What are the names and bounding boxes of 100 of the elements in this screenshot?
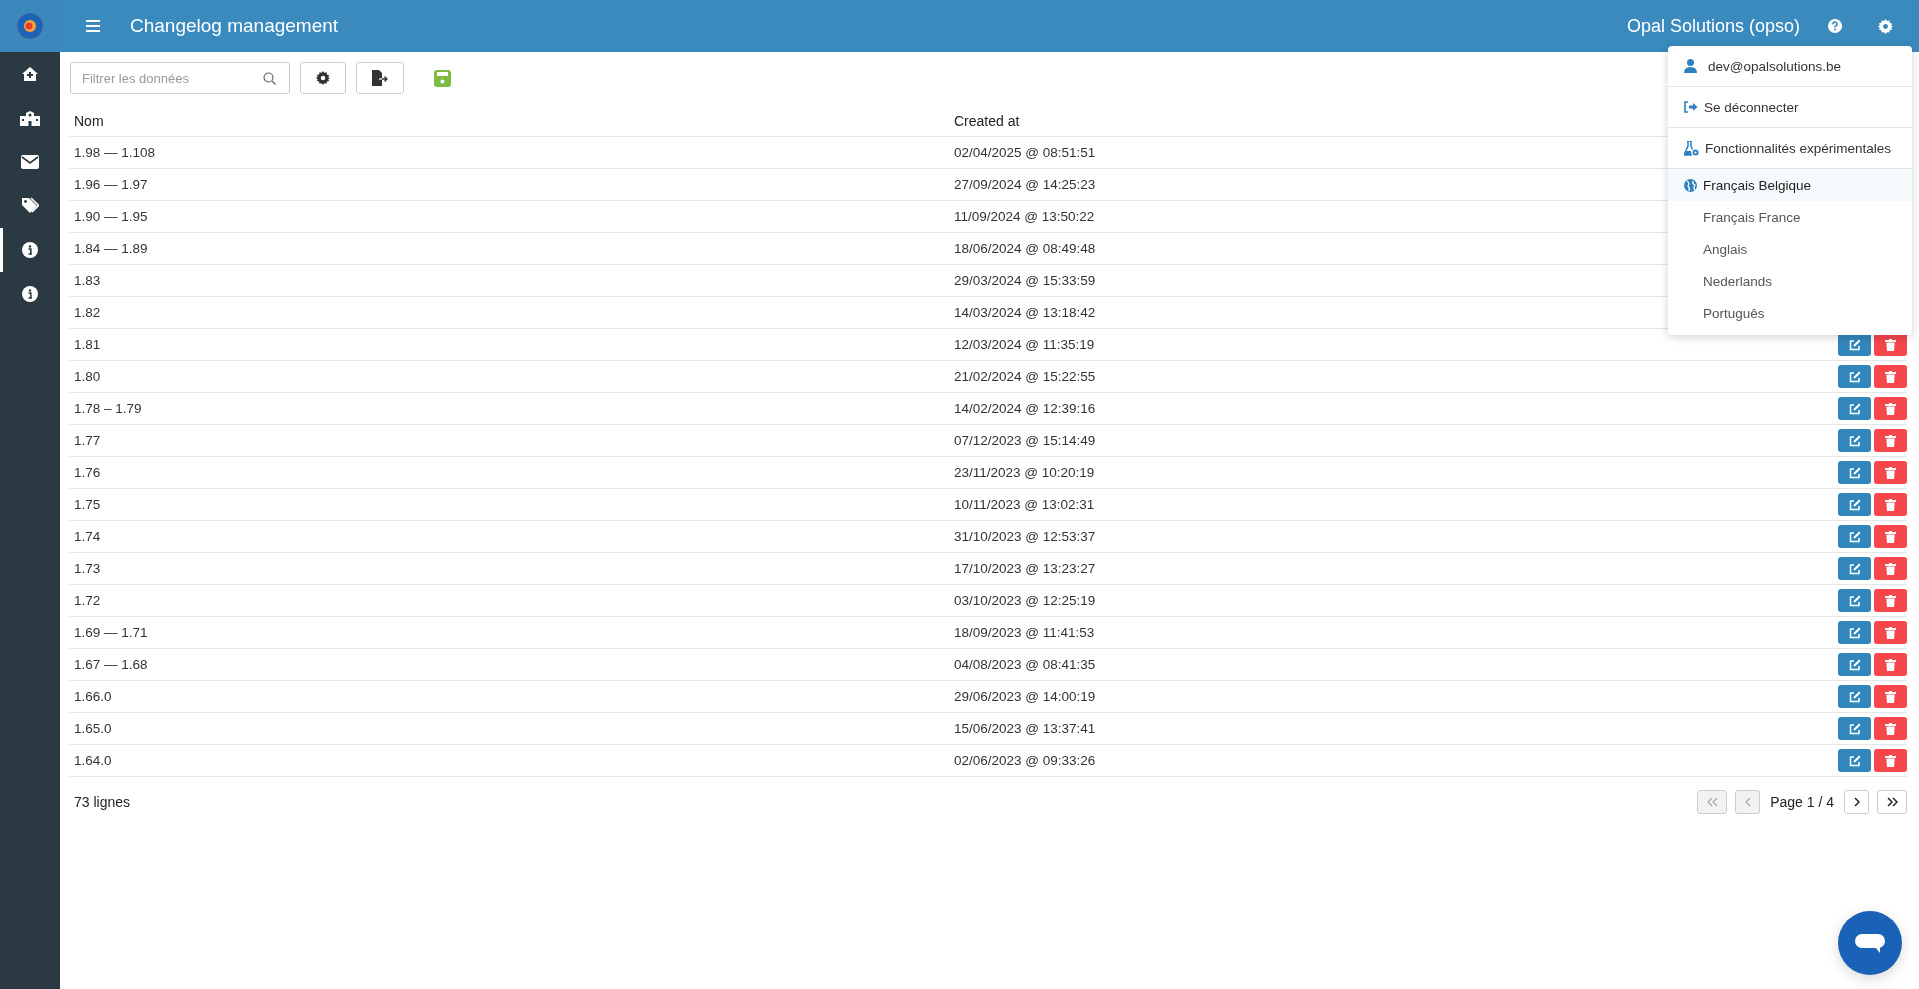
table-cell-text: 1.77 — [73, 433, 101, 448]
table-cell-text: 1.67 — 1.68 — [73, 657, 148, 672]
table-cell-text: 1.98 — 1.108 — [73, 145, 156, 160]
experimental-features-menu-item[interactable]: Fonctionnalités expérimentales — [1668, 128, 1912, 168]
home-icon — [21, 66, 39, 82]
edit-button[interactable] — [1838, 653, 1871, 676]
edit-icon — [1848, 562, 1861, 575]
trash-icon — [1885, 370, 1896, 383]
table-cell-text: 02/04/2025 @ 08:51:51 — [953, 145, 1096, 160]
edit-button[interactable] — [1838, 685, 1871, 708]
delete-button[interactable] — [1874, 749, 1907, 772]
delete-button[interactable] — [1874, 589, 1907, 612]
delete-button[interactable] — [1874, 653, 1907, 676]
delete-button[interactable] — [1874, 493, 1907, 516]
edit-button[interactable] — [1838, 589, 1871, 612]
table-cell-text: 1.74 — [73, 529, 101, 544]
table-cell-text: 1.78 – 1.79 — [73, 401, 142, 416]
table-cell-text: 31/10/2023 @ 12:53:37 — [953, 529, 1096, 544]
logo-icon — [16, 12, 44, 40]
trash-icon — [1885, 658, 1896, 671]
double-chevron-right-icon — [1886, 797, 1898, 807]
edit-icon — [1848, 338, 1861, 351]
edit-button[interactable] — [1838, 333, 1871, 356]
table-cell-text: 07/12/2023 @ 15:14:49 — [953, 433, 1096, 448]
language-menu-item[interactable]: Français Belgique — [1668, 169, 1912, 201]
delete-button[interactable] — [1874, 557, 1907, 580]
table-cell-text: 23/11/2023 @ 10:20:19 — [953, 465, 1095, 480]
language-menu-item[interactable]: Français France — [1668, 201, 1912, 233]
next-page-button[interactable] — [1844, 790, 1869, 814]
menu-icon[interactable] — [86, 20, 100, 32]
delete-button[interactable] — [1874, 461, 1907, 484]
tags-icon — [21, 197, 39, 215]
user-icon — [1684, 59, 1697, 73]
table-cell-text: 1.90 — 1.95 — [73, 209, 148, 224]
delete-button[interactable] — [1874, 685, 1907, 708]
edit-button[interactable] — [1838, 429, 1871, 452]
table-cell-text: 1.81 — [73, 337, 101, 352]
edit-icon — [1848, 498, 1861, 511]
edit-icon — [1848, 402, 1861, 415]
delete-button[interactable] — [1874, 525, 1907, 548]
last-page-button[interactable] — [1877, 790, 1907, 814]
table-cell-text: 21/02/2024 @ 15:22:55 — [953, 369, 1096, 384]
help-icon[interactable] — [1828, 19, 1842, 33]
save-icon[interactable] — [434, 69, 451, 87]
trash-icon — [1885, 466, 1896, 479]
trash-icon — [1885, 690, 1896, 703]
delete-button[interactable] — [1874, 429, 1907, 452]
language-menu-item[interactable]: Nederlands — [1668, 265, 1912, 297]
search-field[interactable]: Filtrer les données — [70, 62, 290, 94]
trash-icon — [1885, 594, 1896, 607]
edit-button[interactable] — [1838, 397, 1871, 420]
export-button[interactable] — [356, 62, 404, 94]
table-cell-text: 1.72 — [73, 593, 101, 608]
sign-out-icon — [1684, 101, 1698, 113]
table-cell-text: 1.75 — [73, 497, 101, 512]
edit-icon — [1848, 530, 1861, 543]
table-cell-text: 11/09/2024 @ 13:50:22 — [953, 209, 1095, 224]
settings-button[interactable] — [300, 62, 346, 94]
edit-icon — [1848, 690, 1861, 703]
edit-button[interactable] — [1838, 461, 1871, 484]
delete-button[interactable] — [1874, 333, 1907, 356]
building-icon — [19, 110, 41, 126]
edit-button[interactable] — [1838, 493, 1871, 516]
table-cell-text: 1.96 — 1.97 — [73, 177, 148, 192]
settings-icon — [316, 71, 330, 85]
edit-button[interactable] — [1838, 365, 1871, 388]
edit-button[interactable] — [1838, 557, 1871, 580]
chevron-right-icon — [1853, 797, 1860, 807]
language-menu-item[interactable]: Português — [1668, 297, 1912, 329]
organization-name[interactable]: Opal Solutions (opso) — [1626, 15, 1800, 37]
table-cell-text: 18/06/2024 @ 08:49:48 — [953, 241, 1096, 256]
table-cell-text: 15/06/2023 @ 13:37:41 — [953, 721, 1096, 736]
row-count: 73 lignes — [73, 794, 131, 810]
chat-button[interactable] — [1838, 911, 1902, 975]
delete-button[interactable] — [1874, 621, 1907, 644]
page-indicator: Page 1 / 4 — [1770, 794, 1834, 810]
edit-icon — [1848, 594, 1861, 607]
table-cell-text: 1.83 — [73, 273, 101, 288]
settings-icon[interactable] — [1878, 18, 1893, 34]
trash-icon — [1885, 498, 1896, 511]
trash-icon — [1885, 754, 1896, 767]
search-icon — [263, 72, 276, 85]
trash-icon — [1885, 626, 1896, 639]
edit-icon — [1848, 722, 1861, 735]
edit-button[interactable] — [1838, 717, 1871, 740]
edit-icon — [1848, 370, 1861, 383]
edit-icon — [1848, 466, 1861, 479]
delete-button[interactable] — [1874, 397, 1907, 420]
language-menu-item[interactable]: Anglais — [1668, 233, 1912, 265]
delete-button[interactable] — [1874, 365, 1907, 388]
file-export-icon — [371, 70, 389, 86]
edit-button[interactable] — [1838, 525, 1871, 548]
edit-button[interactable] — [1838, 749, 1871, 772]
chevron-left-icon — [1744, 797, 1751, 807]
edit-button[interactable] — [1838, 621, 1871, 644]
table-cell-text: 1.65.0 — [73, 721, 112, 736]
logout-menu-item[interactable]: Se déconnecter — [1668, 87, 1912, 127]
table-cell-text: 04/08/2023 @ 08:41:35 — [953, 657, 1096, 672]
delete-button[interactable] — [1874, 717, 1907, 740]
info-icon — [22, 286, 38, 302]
